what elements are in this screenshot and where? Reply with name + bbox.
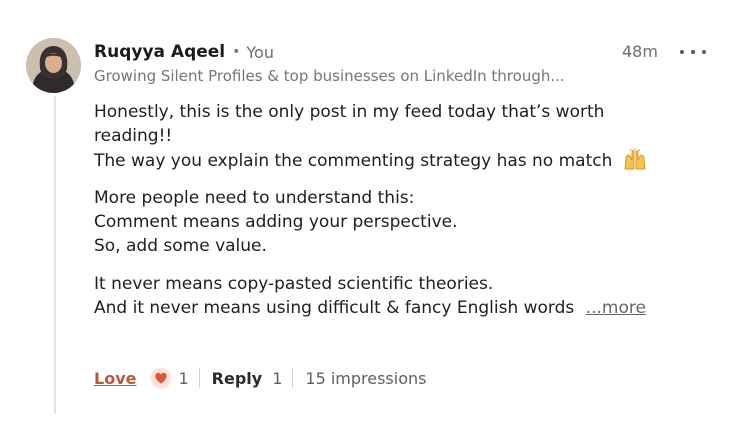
avatar[interactable] [26, 38, 81, 93]
reply-button[interactable]: Reply [212, 369, 263, 388]
comment-line-with-emoji: The way you explain the commenting strat… [94, 148, 714, 172]
reply-count[interactable]: 1 [272, 369, 282, 388]
author-name[interactable]: Ruqyya Aqeel [94, 42, 225, 62]
impressions-count[interactable]: 15 impressions [305, 369, 426, 388]
comment-actions: Love 1 Reply 1 15 impressions [94, 365, 426, 391]
comment-line: More people need to understand this: [94, 188, 415, 208]
comment-body: Honestly, this is the only post in my fe… [94, 100, 714, 320]
comment-line: Honestly, this is the only post in my fe… [94, 102, 605, 122]
comment-timestamp: 48m [622, 42, 658, 61]
see-more-link[interactable]: ...more [586, 298, 646, 318]
comment-line-text: The way you explain the commenting strat… [94, 151, 613, 171]
comment-header: Ruqyya Aqeel • You [94, 40, 274, 64]
heart-reaction-icon[interactable] [150, 367, 172, 389]
love-reaction-button[interactable]: Love [94, 369, 136, 388]
ellipsis-dot [680, 50, 684, 54]
comment-line: So, add some value. [94, 236, 267, 256]
name-separator: • [232, 44, 241, 60]
comment-line: Comment means adding your perspective. [94, 212, 458, 232]
divider [198, 368, 200, 388]
thread-line [54, 96, 56, 414]
raising-hands-emoji-icon [622, 148, 648, 177]
divider [292, 368, 294, 388]
reaction-count[interactable]: 1 [178, 369, 188, 388]
comment-line: reading!! [94, 126, 173, 146]
ellipsis-dot [691, 50, 695, 54]
comment-line: It never means copy-pasted scientific th… [94, 274, 494, 294]
comment-line-text: And it never means using difficult & fan… [94, 298, 575, 318]
more-options-button[interactable] [680, 40, 706, 64]
profile-photo-icon [26, 38, 81, 93]
ellipsis-dot [702, 50, 706, 54]
comment-line-with-see-more: And it never means using difficult & fan… [94, 296, 714, 320]
author-headline[interactable]: Growing Silent Profiles & top businesses… [94, 67, 565, 85]
you-badge: You [246, 42, 274, 62]
